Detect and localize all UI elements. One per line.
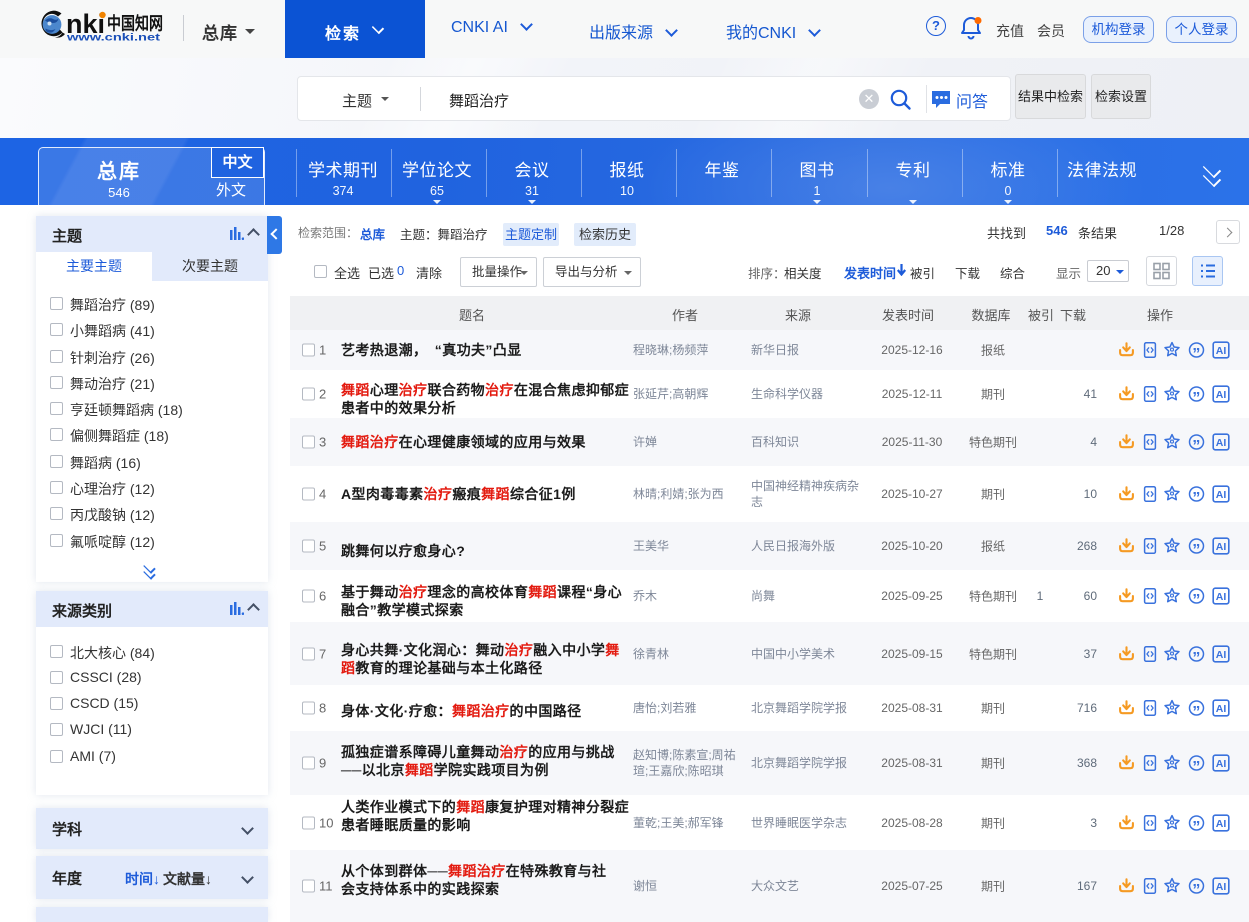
svg-text:AI: AI: [1216, 818, 1227, 830]
svg-text:AI: AI: [1216, 437, 1227, 449]
svg-text:”: ”: [1192, 490, 1200, 503]
svg-text:中国知网: 中国知网: [107, 14, 163, 34]
svg-text:AI: AI: [1216, 591, 1227, 603]
svg-text:AI: AI: [1216, 345, 1227, 357]
svg-text:”: ”: [1192, 592, 1200, 605]
svg-text:”: ”: [1192, 704, 1200, 717]
svg-text:AI: AI: [1216, 489, 1227, 501]
svg-text:AI: AI: [1216, 703, 1227, 715]
svg-text:”: ”: [1192, 649, 1200, 662]
svg-text:www.cnki.net: www.cnki.net: [66, 33, 161, 44]
svg-text:”: ”: [1192, 390, 1200, 403]
svg-text:”: ”: [1192, 882, 1200, 895]
svg-text:AI: AI: [1216, 541, 1227, 553]
svg-text:”: ”: [1192, 759, 1200, 772]
svg-text:AI: AI: [1216, 389, 1227, 401]
svg-text:”: ”: [1192, 438, 1200, 451]
svg-text:”: ”: [1192, 818, 1200, 831]
svg-text:”: ”: [1192, 542, 1200, 555]
svg-text:AI: AI: [1216, 649, 1227, 661]
svg-text:”: ”: [1192, 346, 1200, 359]
svg-text:AI: AI: [1216, 881, 1227, 893]
svg-text:AI: AI: [1216, 758, 1227, 770]
